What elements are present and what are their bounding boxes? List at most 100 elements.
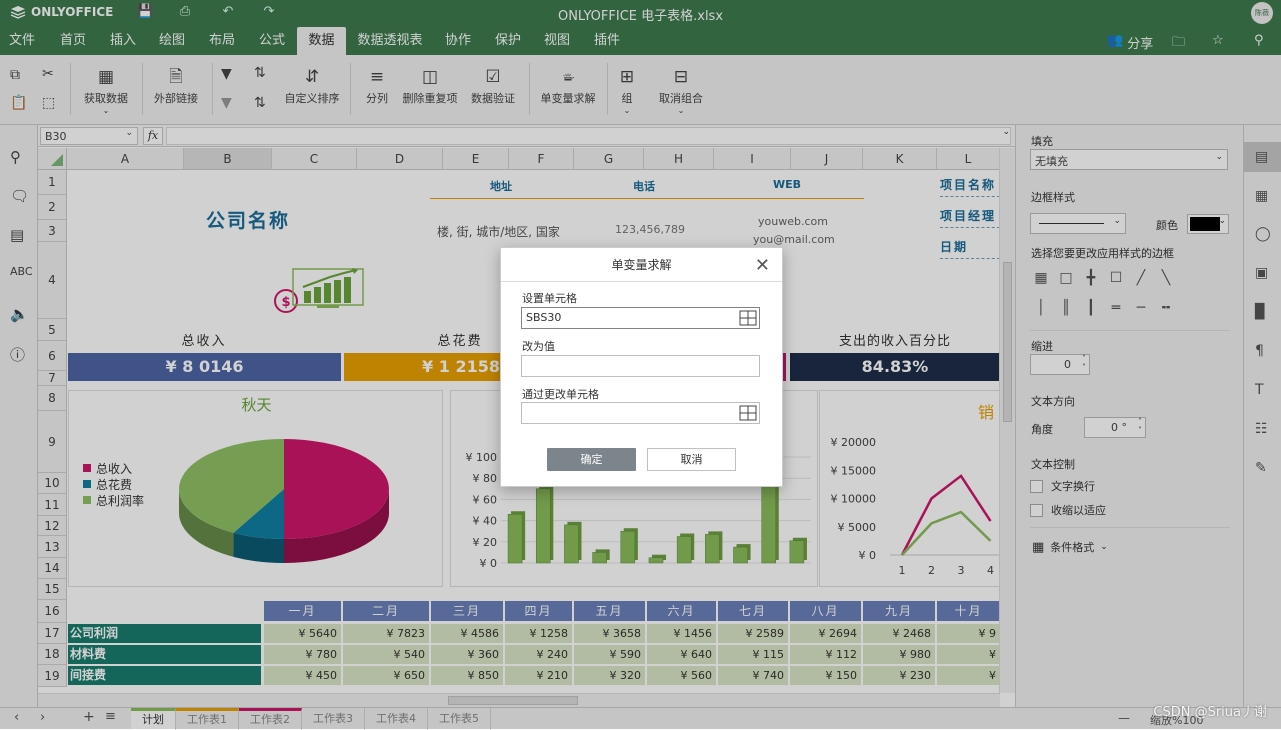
- set-cell-input[interactable]: SBS30: [521, 307, 760, 329]
- pivot-settings-icon[interactable]: ☷: [1255, 421, 1268, 437]
- column-header[interactable]: F: [509, 148, 574, 170]
- cancel-button[interactable]: 取消: [647, 448, 736, 471]
- copy-icon[interactable]: ⧉: [10, 67, 20, 83]
- table-cell[interactable]: ¥ 640: [647, 645, 716, 664]
- table-cell[interactable]: ¥ 450: [264, 666, 341, 685]
- about-icon[interactable]: ⓘ: [10, 344, 25, 365]
- inner-horizontal-icon[interactable]: ─: [1131, 298, 1151, 318]
- chart-settings-icon[interactable]: ▉: [1255, 304, 1266, 320]
- checkbox[interactable]: [1030, 479, 1043, 493]
- table-cell[interactable]: ¥ 112: [790, 645, 861, 664]
- table-cell[interactable]: ¥ 240: [505, 645, 572, 664]
- add-sheet-icon[interactable]: +: [83, 709, 95, 725]
- sheet-tab[interactable]: 工作表5: [428, 708, 491, 730]
- cell-settings-icon[interactable]: ▤: [1255, 149, 1268, 165]
- feedback-icon[interactable]: 🔈: [10, 305, 29, 323]
- sort-descending-icon[interactable]: ⇅: [254, 95, 266, 111]
- row-header[interactable]: 16: [38, 600, 67, 623]
- row-header[interactable]: 5: [38, 319, 67, 341]
- month-header[interactable]: 九月: [863, 601, 935, 621]
- table-cell[interactable]: ¥ 1258: [505, 624, 572, 643]
- stepper-arrows-icon[interactable]: ˄ ˅: [1138, 417, 1142, 435]
- border-style-select[interactable]: ⌄: [1030, 213, 1126, 234]
- outer-border-icon[interactable]: ☐: [1106, 268, 1126, 288]
- table-cell[interactable]: ¥ 850: [431, 666, 503, 685]
- zoom-out-icon[interactable]: —: [1118, 711, 1130, 725]
- left-border-icon[interactable]: │: [1031, 298, 1051, 318]
- pie-chart-card[interactable]: 秋天 总收入 总花费 总利润率: [68, 390, 443, 587]
- table-row-label[interactable]: 材料费: [68, 645, 261, 664]
- table-cell[interactable]: ¥ 1456: [647, 624, 716, 643]
- row-header[interactable]: 4: [38, 242, 67, 319]
- inner-vertical-icon[interactable]: ║: [1056, 298, 1076, 318]
- inner-cross-icon[interactable]: ╋: [1081, 268, 1101, 288]
- row-header[interactable]: 17: [38, 623, 67, 644]
- search-icon[interactable]: ⚲: [10, 148, 21, 166]
- row-header[interactable]: 6: [38, 341, 67, 371]
- column-header[interactable]: K: [863, 148, 937, 170]
- table-cell[interactable]: ¥ 540: [343, 645, 429, 664]
- filter-icon[interactable]: ▼: [221, 66, 232, 82]
- avatar[interactable]: 陈薇: [1251, 2, 1273, 24]
- get-data-button[interactable]: ▦ 获取数据 ⌄: [79, 64, 133, 115]
- border-color-picker[interactable]: ⌄: [1187, 214, 1229, 234]
- shrink-fit-checkbox[interactable]: 收缩以适应: [1030, 502, 1106, 518]
- select-range-icon[interactable]: [739, 310, 757, 326]
- table-cell[interactable]: ¥ 4586: [431, 624, 503, 643]
- sheet-list-icon[interactable]: ≡: [105, 709, 116, 724]
- sheet-tab[interactable]: 工作表3: [302, 708, 365, 730]
- share-button[interactable]: 👥 分享: [1107, 33, 1153, 52]
- angle-stepper[interactable]: 0 ° ˄ ˅: [1084, 417, 1146, 438]
- column-header[interactable]: A: [67, 148, 184, 170]
- indent-stepper[interactable]: 0 ˄ ˅: [1030, 354, 1090, 375]
- month-header[interactable]: 十月: [937, 601, 1000, 621]
- tab-formula[interactable]: 公式: [252, 27, 292, 55]
- scroll-thumb[interactable]: [448, 696, 578, 705]
- top-border-icon[interactable]: ═: [1106, 298, 1126, 318]
- row-header[interactable]: 2: [38, 195, 67, 220]
- clear-filter-icon[interactable]: ▼: [221, 95, 232, 111]
- row-header[interactable]: 9: [38, 411, 67, 473]
- group-button[interactable]: ⊞ 组 ⌄: [617, 64, 637, 115]
- external-links-button[interactable]: 🗎 外部链接: [148, 64, 204, 106]
- column-header[interactable]: B: [184, 148, 272, 170]
- row-header[interactable]: 19: [38, 665, 67, 687]
- right-border-icon[interactable]: ┃: [1081, 298, 1101, 318]
- table-cell[interactable]: ¥ 115: [718, 645, 788, 664]
- sort-ascending-icon[interactable]: ⇅: [254, 65, 266, 81]
- table-cell[interactable]: ¥ 210: [505, 666, 572, 685]
- row-header[interactable]: 11: [38, 494, 67, 516]
- remove-duplicates-button[interactable]: ◫ 删除重复项: [399, 64, 461, 106]
- row-header[interactable]: 14: [38, 558, 67, 579]
- expand-formula-icon[interactable]: ⌄: [1002, 127, 1010, 137]
- text-art-icon[interactable]: T: [1255, 382, 1264, 398]
- table-cell[interactable]: ¥ 590: [574, 645, 645, 664]
- paste-icon[interactable]: 📋: [10, 95, 27, 111]
- goal-seek-button[interactable]: 𝡍 单变量求解: [537, 64, 599, 106]
- close-icon[interactable]: ✕: [755, 255, 770, 276]
- month-header[interactable]: 八月: [790, 601, 861, 621]
- signature-icon[interactable]: ✎: [1255, 460, 1267, 476]
- column-header[interactable]: H: [644, 148, 714, 170]
- cut-icon[interactable]: ✂: [42, 66, 54, 82]
- column-header[interactable]: C: [272, 148, 357, 170]
- table-cell[interactable]: ¥ 5640: [264, 624, 341, 643]
- column-header[interactable]: I: [714, 148, 791, 170]
- formula-input[interactable]: [166, 127, 1011, 145]
- open-location-icon[interactable]: 🗀: [1172, 33, 1185, 55]
- table-cell[interactable]: ¥ 740: [718, 666, 788, 685]
- fill-select[interactable]: 无填充 ⌄: [1030, 149, 1228, 170]
- diagonal-down-icon[interactable]: ╲: [1156, 268, 1176, 288]
- table-cell[interactable]: ¥: [937, 645, 1000, 664]
- tab-file[interactable]: 文件: [3, 27, 41, 55]
- kpi-value-revenue[interactable]: ¥ 8 0146: [68, 353, 341, 381]
- table-cell[interactable]: ¥ 650: [343, 666, 429, 685]
- to-value-input[interactable]: [521, 355, 760, 377]
- select-all-corner[interactable]: [38, 148, 67, 170]
- tab-insert[interactable]: 插入: [103, 27, 143, 55]
- table-cell[interactable]: ¥ 7823: [343, 624, 429, 643]
- table-cell[interactable]: ¥ 780: [264, 645, 341, 664]
- company-name[interactable]: 公司名称: [206, 206, 290, 233]
- wrap-text-checkbox[interactable]: 文字换行: [1030, 478, 1095, 494]
- conditional-format-button[interactable]: ▦ 条件格式 ⌄: [1032, 539, 1108, 555]
